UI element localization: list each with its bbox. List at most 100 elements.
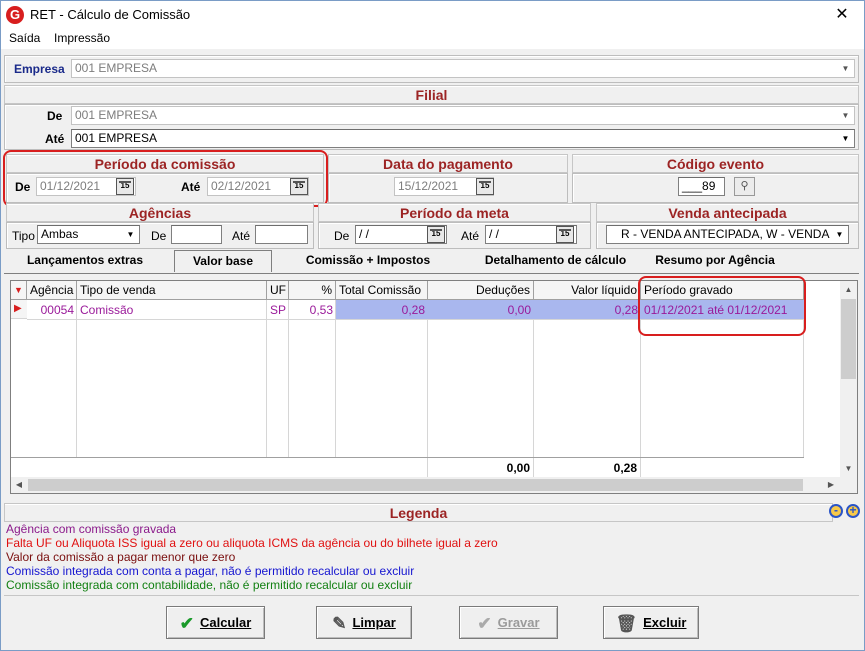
- grid-corner: ▼: [11, 281, 27, 300]
- cell-total-comissao[interactable]: 0,28: [336, 301, 428, 319]
- gravar-button-label: Gravar: [497, 615, 540, 630]
- window-title: RET - Cálculo de Comissão: [30, 7, 191, 22]
- filial-de-value: 001 EMPRESA: [75, 108, 158, 122]
- col-header-total-comissao[interactable]: Total Comissão: [336, 281, 428, 300]
- empresa-label: Empresa: [14, 62, 65, 76]
- col-divider: [427, 300, 428, 478]
- col-header-deducoes[interactable]: Deduções: [428, 281, 534, 300]
- agencias-tipo-label: Tipo: [12, 229, 35, 243]
- codigo-evento-title: Código evento: [572, 154, 859, 173]
- tab-valor-base[interactable]: Valor base: [174, 250, 272, 272]
- agencias-title: Agências: [6, 203, 314, 222]
- codigo-evento-value: ___89: [682, 179, 716, 193]
- total-valor-liquido: 0,28: [613, 461, 637, 475]
- checkmark-icon: ✔: [477, 614, 492, 633]
- menu-impressao[interactable]: Impressão: [54, 31, 110, 45]
- col-divider: [288, 300, 289, 457]
- limpar-button-label: Limpar: [352, 615, 396, 630]
- periodo-meta-title: Período da meta: [318, 203, 591, 222]
- highlight-periodo-comissao: [3, 150, 328, 207]
- binoculars-search-icon[interactable]: ⚲: [734, 177, 755, 196]
- main-window: G RET - Cálculo de Comissão ✕ Saída Impr…: [0, 0, 865, 651]
- gravar-button[interactable]: ✔ Gravar: [459, 606, 558, 639]
- col-divider: [76, 300, 77, 457]
- col-divider: [533, 300, 534, 478]
- calcular-button-label: Calcular: [199, 615, 252, 630]
- col-header-uf[interactable]: UF: [267, 281, 289, 300]
- title-bar: G RET - Cálculo de Comissão ✕: [1, 1, 864, 29]
- excluir-button[interactable]: 🗑 Excluir: [603, 606, 699, 639]
- tab-lancamentos-extras[interactable]: Lançamentos extras: [4, 250, 166, 272]
- cell-agencia[interactable]: 00054: [27, 301, 77, 319]
- chevron-down-icon: ▼: [832, 227, 847, 242]
- col-header-percentual[interactable]: %: [289, 281, 336, 300]
- cell-uf[interactable]: SP: [267, 301, 289, 319]
- col-divider: [266, 300, 267, 457]
- agencias-tipo-select[interactable]: Ambas ▼: [37, 225, 140, 244]
- scroll-down-icon[interactable]: ▼: [840, 460, 857, 477]
- venda-antecipada-select[interactable]: R - VENDA ANTECIPADA, W - VENDA ▼: [606, 225, 849, 244]
- legend-item-falta-uf: Falta UF ou Aliquota ISS igual a zero ou…: [6, 536, 498, 550]
- highlight-periodo-gravado: [638, 276, 806, 336]
- scroll-thumb-h[interactable]: [28, 479, 803, 491]
- tab-detalhamento-calculo[interactable]: Detalhamento de cálculo: [459, 250, 652, 272]
- row-pointer-icon: ▶: [14, 303, 22, 314]
- calendar-icon[interactable]: 15: [427, 226, 445, 243]
- empresa-select[interactable]: 001 EMPRESA ▼: [71, 59, 855, 78]
- chevron-down-icon: ▼: [841, 111, 850, 120]
- scroll-thumb[interactable]: [841, 299, 856, 379]
- cell-tipo-venda[interactable]: Comissão: [77, 301, 267, 319]
- chevron-down-icon: ▼: [841, 64, 850, 73]
- zoom-in-icon[interactable]: +: [846, 504, 860, 518]
- horizontal-scrollbar[interactable]: ◀ ▶: [11, 477, 857, 493]
- scroll-up-icon[interactable]: ▲: [840, 281, 857, 298]
- col-header-valor-liquido[interactable]: Valor líquido: [534, 281, 641, 300]
- zoom-out-icon[interactable]: -: [829, 504, 843, 518]
- tab-resumo-agencia[interactable]: Resumo por Agência: [653, 250, 777, 272]
- trash-icon: 🗑: [615, 614, 638, 633]
- calendar-icon[interactable]: 15: [556, 226, 574, 243]
- venda-antecipada-value: R - VENDA ANTECIPADA, W - VENDA: [621, 227, 830, 241]
- menu-saida[interactable]: Saída: [9, 31, 40, 45]
- vertical-scrollbar[interactable]: ▲ ▼: [840, 281, 857, 477]
- periodo-meta-de-value: / /: [359, 227, 370, 241]
- col-header-tipo-venda[interactable]: Tipo de venda: [77, 281, 267, 300]
- menu-bar: Saída Impressão: [1, 29, 864, 49]
- checkmark-icon: ✔: [179, 614, 194, 633]
- col-header-agencia[interactable]: Agência: [27, 281, 77, 300]
- filial-de-label: De: [47, 109, 63, 123]
- legend-item-conta-pagar: Comissão integrada com conta a pagar, nã…: [6, 564, 415, 578]
- filial-ate-label: Até: [45, 132, 65, 146]
- codigo-evento-input[interactable]: ___89: [678, 177, 725, 196]
- calendar-icon[interactable]: 15: [476, 178, 494, 195]
- scroll-left-icon[interactable]: ◀: [11, 477, 27, 493]
- close-button[interactable]: ✕: [820, 1, 864, 29]
- row-indicator: ▶: [11, 300, 27, 319]
- limpar-button[interactable]: ✎ Limpar: [316, 606, 412, 639]
- venda-antecipada-title: Venda antecipada: [596, 203, 859, 222]
- tab-comissao-impostos[interactable]: Comissão + Impostos: [280, 250, 456, 272]
- agencias-tipo-value: Ambas: [41, 227, 79, 241]
- data-pagamento-title: Data do pagamento: [328, 154, 568, 173]
- empresa-value: 001 EMPRESA: [75, 61, 158, 75]
- col-divider: [335, 300, 336, 457]
- legend-item-comissao-gravada: Agência com comissão gravada: [6, 522, 177, 536]
- filial-de-select[interactable]: 001 EMPRESA ▼: [71, 106, 855, 125]
- sort-arrow-icon: ▼: [14, 285, 23, 295]
- scroll-right-icon[interactable]: ▶: [823, 477, 839, 493]
- periodo-meta-ate-label: Até: [461, 229, 480, 243]
- filial-ate-value: 001 EMPRESA: [75, 131, 158, 145]
- agencias-ate-input[interactable]: [255, 225, 308, 244]
- chevron-down-icon: ▼: [126, 230, 135, 239]
- legend-item-valor-menor-zero: Valor da comissão a pagar menor que zero: [6, 550, 236, 564]
- cell-percentual[interactable]: 0,53: [289, 301, 336, 319]
- legend-item-contabilidade: Comissão integrada com contabilidade, nã…: [6, 578, 413, 592]
- cell-valor-liquido[interactable]: 0,28: [534, 301, 641, 319]
- cell-deducoes[interactable]: 0,00: [428, 301, 534, 319]
- agencias-de-input[interactable]: [171, 225, 222, 244]
- app-logo-icon: G: [6, 6, 24, 24]
- agencias-ate-label: Até: [232, 229, 251, 243]
- chevron-down-icon: ▼: [841, 134, 850, 143]
- filial-ate-select[interactable]: 001 EMPRESA ▼: [71, 129, 855, 148]
- calcular-button[interactable]: ✔ Calcular: [166, 606, 265, 639]
